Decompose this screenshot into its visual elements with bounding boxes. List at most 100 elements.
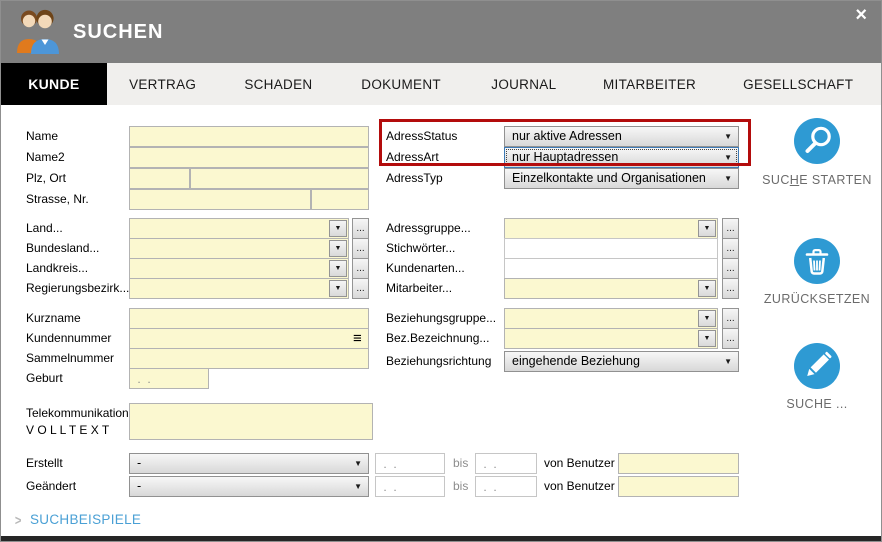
beziehungsrichtung-value: eingehende Beziehung <box>512 354 640 368</box>
reset-label: ZURÜCKSETZEN <box>747 292 882 306</box>
mitarbeiter-label: Mitarbeiter... <box>386 278 452 299</box>
menu-icon[interactable]: ≡ <box>353 328 362 349</box>
regierungsbezirk-browse-button[interactable]: ... <box>352 278 369 299</box>
erstellt-benutzer-input[interactable] <box>618 453 739 474</box>
beziehungsgruppe-browse-button[interactable]: ... <box>722 308 739 329</box>
window-header: SUCHEN × <box>1 1 881 63</box>
erstellt-to-date-input[interactable] <box>475 453 537 474</box>
telekommunikation-input[interactable] <box>130 404 372 421</box>
people-icon <box>13 7 65 57</box>
stichwoerter-input[interactable] <box>504 238 718 259</box>
name2-label: Name2 <box>26 147 65 168</box>
sammelnummer-input[interactable] <box>129 348 369 369</box>
adressstatus-value: nur aktive Adressen <box>512 129 622 143</box>
geburt-label: Geburt <box>26 368 63 389</box>
trash-icon <box>794 238 840 284</box>
sammelnummer-label: Sammelnummer <box>26 348 114 369</box>
window-title: SUCHEN <box>73 21 163 44</box>
tab-gesellschaft[interactable]: GESELLSCHAFT <box>715 63 881 105</box>
tab-mitarbeiter[interactable]: MITARBEITER <box>584 63 716 105</box>
bez-bezeichnung-label: Bez.Bezeichnung... <box>386 328 489 349</box>
adressgruppe-browse-button[interactable]: ... <box>722 218 739 239</box>
ort-input[interactable] <box>190 168 369 189</box>
chevron-down-icon: ▼ <box>724 154 732 162</box>
beziehungsgruppe-label: Beziehungsgruppe... <box>386 308 496 329</box>
erstellt-select[interactable]: -▼ <box>129 453 369 474</box>
tab-schaden[interactable]: SCHADEN <box>219 63 339 105</box>
beziehungsgruppe-select[interactable]: ▼ <box>504 308 718 329</box>
geburt-date-input[interactable] <box>129 368 209 389</box>
start-search-button[interactable] <box>794 118 840 164</box>
chevron-down-icon[interactable]: ▼ <box>329 280 347 297</box>
adressart-select[interactable]: nur Hauptadressen▼ <box>504 147 739 168</box>
chevron-down-icon[interactable]: ▼ <box>698 310 716 327</box>
geaendert-select[interactable]: -▼ <box>129 476 369 497</box>
erstellt-von-benutzer-label: von Benutzer <box>544 453 615 474</box>
tab-vertrag[interactable]: VERTRAG <box>107 63 219 105</box>
reset-button[interactable] <box>794 238 840 284</box>
geaendert-benutzer-input[interactable] <box>618 476 739 497</box>
bundesland-select[interactable]: ▼ <box>129 238 349 259</box>
bundesland-browse-button[interactable]: ... <box>352 238 369 259</box>
strasse-input[interactable] <box>129 189 311 210</box>
stichwoerter-label: Stichwörter... <box>386 238 455 259</box>
edit-search-label: SUCHE ... <box>747 397 882 411</box>
tab-journal[interactable]: JOURNAL <box>464 63 584 105</box>
tab-kunde[interactable]: KUNDE <box>1 63 107 105</box>
erstellt-from-date-input[interactable] <box>375 453 445 474</box>
adresstyp-label: AdressTyp <box>386 168 443 189</box>
bez-bezeichnung-browse-button[interactable]: ... <box>722 328 739 349</box>
kundenarten-browse-button[interactable]: ... <box>722 258 739 279</box>
plz-input[interactable] <box>129 168 190 189</box>
adresstyp-select[interactable]: Einzelkontakte und Organisationen▼ <box>504 168 739 189</box>
chevron-down-icon[interactable]: ▼ <box>698 220 716 237</box>
kurzname-label: Kurzname <box>26 308 81 329</box>
land-select[interactable]: ▼ <box>129 218 349 239</box>
volltext-input[interactable] <box>130 421 372 438</box>
chevron-down-icon: ▼ <box>354 483 362 491</box>
adressart-label: AdressArt <box>386 147 439 168</box>
geaendert-from-date-input[interactable] <box>375 476 445 497</box>
regierungsbezirk-select[interactable]: ▼ <box>129 278 349 299</box>
adressgruppe-select[interactable]: ▼ <box>504 218 718 239</box>
nr-input[interactable] <box>311 189 369 210</box>
erstellt-bis-label: bis <box>453 453 468 474</box>
chevron-down-icon[interactable]: ▼ <box>698 280 716 297</box>
kurzname-input[interactable] <box>129 308 369 329</box>
chevron-down-icon: ▼ <box>724 358 732 366</box>
beziehungsrichtung-select[interactable]: eingehende Beziehung ▼ <box>504 351 739 372</box>
landkreis-select[interactable]: ▼ <box>129 258 349 279</box>
chevron-down-icon[interactable]: ▼ <box>698 330 716 347</box>
land-browse-button[interactable]: ... <box>352 218 369 239</box>
search-window: SUCHEN × KUNDE VERTRAG SCHADEN DOKUMENT … <box>0 0 882 542</box>
name-input[interactable] <box>129 126 369 147</box>
geaendert-to-date-input[interactable] <box>475 476 537 497</box>
kundenarten-input[interactable] <box>504 258 718 279</box>
chevron-down-icon[interactable]: ▼ <box>329 260 347 277</box>
mitarbeiter-browse-button[interactable]: ... <box>722 278 739 299</box>
adressgruppe-label: Adressgruppe... <box>386 218 471 239</box>
name2-input[interactable] <box>129 147 369 168</box>
chevron-down-icon[interactable]: ▼ <box>329 240 347 257</box>
stichwoerter-browse-button[interactable]: ... <box>722 238 739 259</box>
plz-ort-label: Plz, Ort <box>26 168 66 189</box>
tab-dokument[interactable]: DOKUMENT <box>338 63 464 105</box>
search-examples-link[interactable]: SUCHBEISPIELE <box>30 512 141 527</box>
edit-search-button[interactable] <box>794 343 840 389</box>
window-bottom-edge <box>1 536 881 541</box>
chevron-down-icon[interactable]: ▼ <box>329 220 347 237</box>
chevron-down-icon: ▼ <box>724 133 732 141</box>
adressstatus-label: AdressStatus <box>386 126 457 147</box>
mitarbeiter-select[interactable]: ▼ <box>504 278 718 299</box>
strasse-nr-label: Strasse, Nr. <box>26 189 89 210</box>
kundennummer-input[interactable] <box>129 328 369 349</box>
erstellt-label: Erstellt <box>26 453 63 474</box>
close-icon[interactable]: × <box>855 3 867 27</box>
kundennummer-label: Kundennummer <box>26 328 111 349</box>
regierungsbezirk-label: Regierungsbezirk... <box>26 278 129 299</box>
bez-bezeichnung-select[interactable]: ▼ <box>504 328 718 349</box>
adresstyp-value: Einzelkontakte und Organisationen <box>512 171 706 185</box>
landkreis-label: Landkreis... <box>26 258 88 279</box>
adressstatus-select[interactable]: nur aktive Adressen ▼ <box>504 126 739 147</box>
landkreis-browse-button[interactable]: ... <box>352 258 369 279</box>
